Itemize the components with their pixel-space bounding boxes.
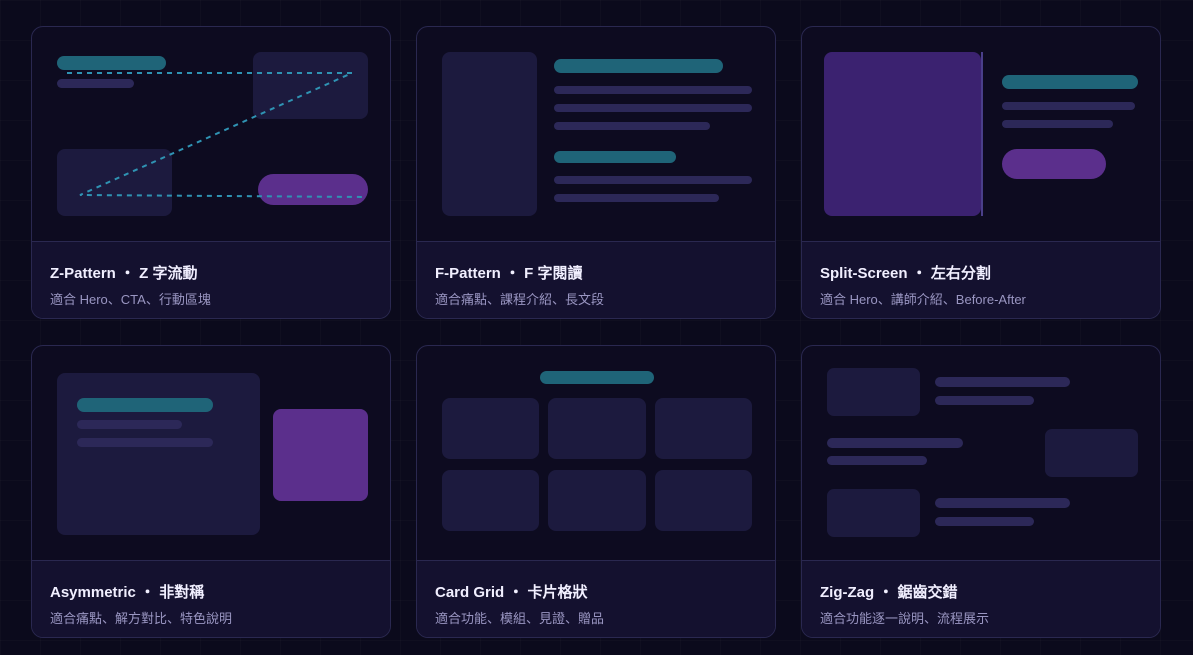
headline-bar [540,371,654,384]
card-description: 適合痛點、課程介紹、長文段 [435,292,605,307]
text-line [827,438,963,448]
card-title: Asymmetric ・ 非對稱 [50,584,205,601]
grid-tile [548,398,646,459]
grid-tile [442,470,539,531]
text-line [554,122,710,130]
card-title: Split-Screen ・ 左右分割 [820,265,991,282]
grid-tile [548,470,646,531]
layout-card-zig-zag[interactable]: Zig-Zag ・ 鋸齒交錯 適合功能逐一說明、流程展示 [801,345,1161,638]
card-preview-z-pattern [32,27,390,241]
text-line [935,517,1034,526]
text-line [827,456,927,465]
card-description: 適合痛點、解方對比、特色說明 [50,611,233,626]
grid-tile [442,398,539,459]
layout-card-card-grid[interactable]: Card Grid ・ 卡片格狀 適合功能、模組、見證、贈品 [416,345,776,638]
split-divider [981,52,983,216]
cta-pill [1002,149,1106,179]
image-block [1045,429,1138,477]
text-line [554,176,752,184]
card-title: Card Grid ・ 卡片格狀 [435,584,588,601]
card-description: 適合 Hero、CTA、行動區塊 [50,292,211,307]
subheadline-bar [554,151,676,163]
headline-bar [77,398,213,412]
headline-bar [554,59,723,73]
image-panel-left [824,52,981,216]
layout-card-z-pattern[interactable]: Z-Pattern ・ Z 字流動 適合 Hero、CTA、行動區塊 [31,26,391,319]
image-block-bottom-left [57,149,172,216]
text-line [77,438,213,447]
card-footer: Card Grid ・ 卡片格狀 適合功能、模組、見證、贈品 [417,560,775,637]
text-line [935,377,1070,387]
cta-pill [258,174,368,205]
headline-bar [57,56,166,70]
layout-card-asymmetric[interactable]: Asymmetric ・ 非對稱 適合痛點、解方對比、特色說明 [31,345,391,638]
text-line [1002,102,1135,110]
card-title: Zig-Zag ・ 鋸齒交錯 [820,584,958,601]
text-line [554,86,752,94]
card-preview-split-screen [802,27,1160,241]
card-preview-asymmetric [32,346,390,560]
text-line [1002,120,1113,128]
card-preview-f-pattern [417,27,775,241]
card-description: 適合 Hero、講師介紹、Before-After [820,292,1026,307]
card-description: 適合功能逐一說明、流程展示 [820,611,990,626]
content-block-large [57,373,260,535]
card-footer: Split-Screen ・ 左右分割 適合 Hero、講師介紹、Before-… [802,241,1160,318]
text-line [554,194,719,202]
layout-card-split-screen[interactable]: Split-Screen ・ 左右分割 適合 Hero、講師介紹、Before-… [801,26,1161,319]
card-title: F-Pattern ・ F 字閱讀 [435,265,583,282]
image-block [827,489,920,537]
text-line [77,420,182,429]
card-title: Z-Pattern ・ Z 字流動 [50,265,198,282]
card-footer: Zig-Zag ・ 鋸齒交錯 適合功能逐一說明、流程展示 [802,560,1160,637]
card-footer: Z-Pattern ・ Z 字流動 適合 Hero、CTA、行動區塊 [32,241,390,318]
headline-bar [1002,75,1138,89]
grid-tile [655,398,752,459]
card-footer: F-Pattern ・ F 字閱讀 適合痛點、課程介紹、長文段 [417,241,775,318]
subline-bar [57,79,134,88]
image-block [827,368,920,416]
text-line [554,104,752,112]
card-preview-zig-zag [802,346,1160,560]
image-block-small [273,409,368,501]
card-preview-card-grid [417,346,775,560]
text-line [935,396,1034,405]
grid-tile [655,470,752,531]
image-block-left [442,52,537,216]
text-line [935,498,1070,508]
card-footer: Asymmetric ・ 非對稱 適合痛點、解方對比、特色說明 [32,560,390,637]
card-description: 適合功能、模組、見證、贈品 [435,611,605,626]
layout-card-f-pattern[interactable]: F-Pattern ・ F 字閱讀 適合痛點、課程介紹、長文段 [416,26,776,319]
